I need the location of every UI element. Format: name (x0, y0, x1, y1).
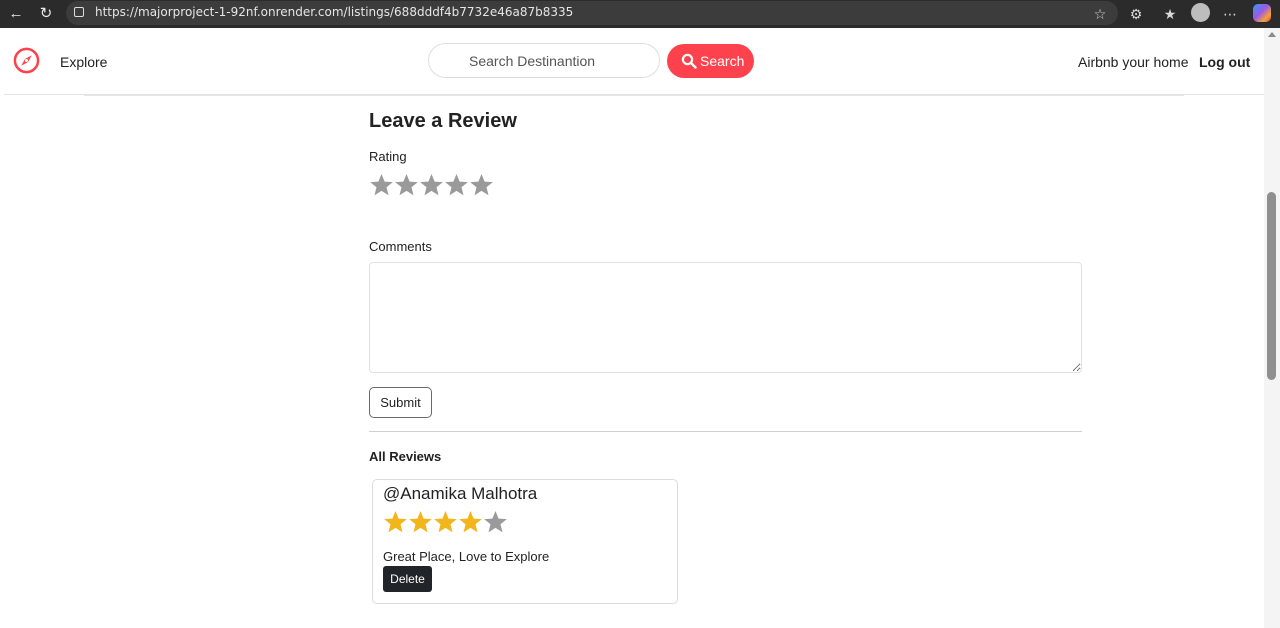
search-button[interactable]: Search (667, 44, 754, 78)
more-menu-icon[interactable]: ⋯ (1220, 4, 1240, 24)
copilot-icon[interactable] (1253, 4, 1271, 22)
review-comment: Great Place, Love to Explore (383, 549, 550, 564)
star-icon (459, 511, 482, 533)
favorite-star-icon[interactable]: ☆ (1090, 4, 1110, 24)
address-bar[interactable]: https://majorproject-1-92nf.onrender.com… (66, 1, 1118, 25)
web-page: Explore Search Airbnb your home Log out … (4, 28, 1264, 628)
comments-textarea[interactable] (369, 262, 1082, 373)
star-icon[interactable] (444, 172, 469, 198)
review-star-rating (383, 509, 508, 535)
rating-star-input[interactable] (369, 172, 494, 200)
logout-link[interactable]: Log out (1199, 54, 1250, 70)
navbar: Explore Search Airbnb your home Log out (4, 28, 1264, 95)
delete-review-button[interactable]: Delete (383, 566, 432, 592)
favorites-list-icon[interactable]: ★ (1160, 4, 1180, 24)
review-form-title: Leave a Review (369, 110, 517, 132)
back-arrow-icon[interactable]: ← (6, 4, 26, 24)
all-reviews-heading: All Reviews (369, 449, 442, 464)
divider (84, 95, 1184, 96)
search-button-label: Search (700, 53, 745, 69)
search-icon (681, 53, 697, 69)
review-card: @Anamika Malhotra Great Place, Love to E… (372, 479, 678, 604)
page-scrollbar[interactable] (1264, 28, 1280, 628)
scroll-up-arrow-icon[interactable] (1268, 32, 1276, 37)
lock-icon (74, 7, 84, 17)
star-icon[interactable] (369, 172, 394, 198)
airbnb-your-home-link[interactable]: Airbnb your home (1078, 54, 1189, 70)
star-icon[interactable] (394, 172, 419, 198)
rating-label: Rating (369, 149, 407, 164)
star-icon[interactable] (469, 172, 494, 198)
review-author: @Anamika Malhotra (383, 484, 538, 503)
star-icon (434, 511, 457, 533)
star-icon (484, 511, 507, 533)
explore-link[interactable]: Explore (60, 54, 107, 70)
url-text: https://majorproject-1-92nf.onrender.com… (95, 5, 574, 19)
star-icon (409, 511, 432, 533)
search-input[interactable] (428, 43, 660, 78)
scrollbar-thumb[interactable] (1267, 192, 1276, 380)
divider (369, 431, 1082, 432)
comments-label: Comments (369, 239, 432, 254)
compass-logo-icon[interactable] (13, 47, 40, 74)
reload-icon[interactable]: ↻ (36, 4, 56, 24)
extensions-icon[interactable]: ⚙ (1126, 4, 1146, 24)
star-icon[interactable] (419, 172, 444, 198)
profile-avatar[interactable] (1191, 3, 1210, 22)
submit-button[interactable]: Submit (369, 387, 432, 418)
browser-toolbar: ← ↻ https://majorproject-1-92nf.onrender… (0, 0, 1280, 28)
star-icon (384, 511, 407, 533)
